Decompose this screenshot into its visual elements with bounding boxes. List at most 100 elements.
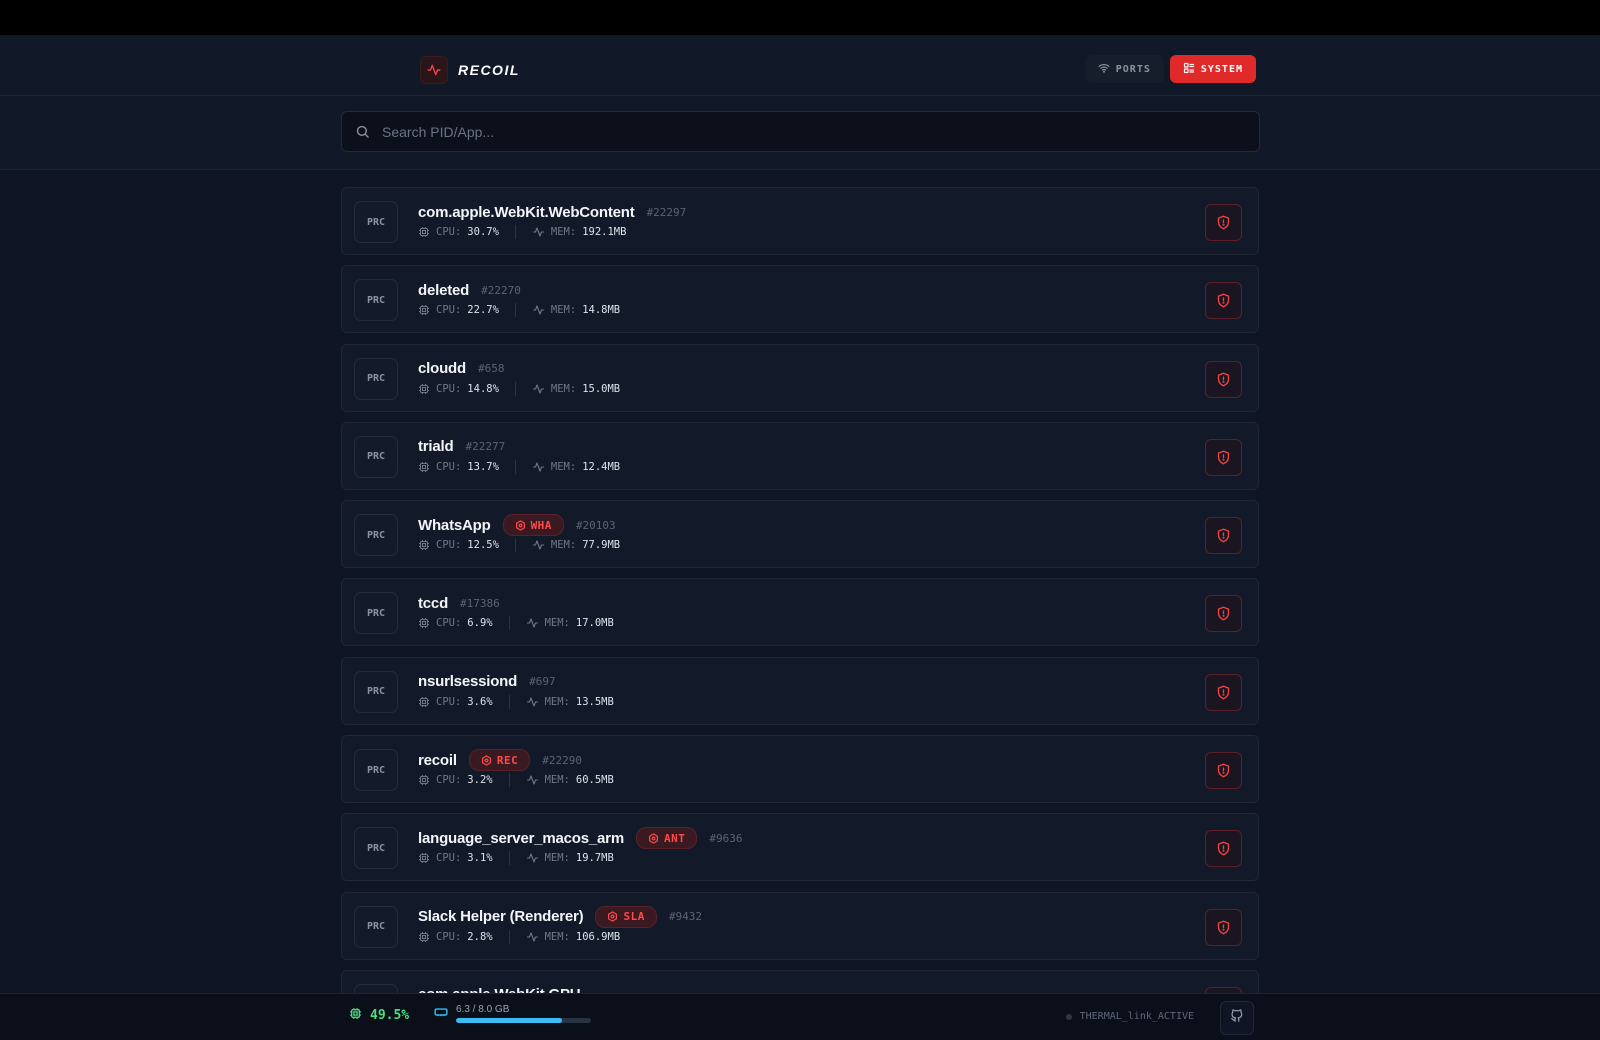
process-row[interactable]: PRC recoil REC #22290 CPU: 3.2% MEM: 60.5MB (341, 735, 1259, 804)
app-tag-badge: ANT (635, 827, 698, 850)
process-list: PRC com.apple.WebKit.WebContent #22297 CPU:… (341, 187, 1259, 993)
process-pid: #9432 (668, 910, 702, 924)
activity-icon (532, 539, 545, 551)
process-row[interactable]: PRC nsurlsessiond #697 CPU: 3.6% MEM: 13.5MB (341, 656, 1259, 725)
mem-stat: MEM: 12.4MB (532, 461, 620, 473)
cpu-value: 12.5% (467, 539, 499, 552)
shield-alert-icon (1216, 920, 1231, 935)
app-tag-label: WHA (530, 518, 552, 532)
process-row[interactable]: PRC cloudd #658 CPU: 14.8% MEM: 15.0MB (341, 343, 1259, 412)
search-box[interactable] (341, 111, 1260, 152)
mem-stat: MEM: 77.9MB (532, 539, 620, 551)
activity-icon (526, 852, 539, 864)
hexagon-icon (648, 833, 659, 844)
process-type-badge: PRC (354, 357, 398, 400)
process-info: tccd #17386 CPU: 6.9% MEM: 17.0MB (418, 593, 614, 631)
kill-process-button[interactable] (1205, 360, 1242, 398)
cpu-label: CPU: (436, 695, 462, 708)
process-pid: #22270 (481, 283, 521, 297)
process-stats: CPU: 14.8% MEM: 15.0MB (418, 381, 620, 396)
cpu-value: 6.9% (467, 617, 493, 630)
process-title-line: com.apple.WebKit.WebContent #22297 (418, 202, 686, 222)
process-pid: #9636 (709, 831, 743, 845)
process-name: WhatsApp (418, 516, 491, 534)
kill-process-button[interactable] (1205, 595, 1242, 633)
mem-value: 14.8MB (582, 304, 621, 317)
cpu-label: CPU: (436, 774, 462, 787)
process-row[interactable]: PRC com.apple.WebKit.GPU (341, 969, 1259, 993)
github-button[interactable] (1220, 1001, 1254, 1035)
ports-tab-label: PORTS (1115, 63, 1151, 75)
cpu-value: 13.7% (467, 460, 499, 473)
process-stats: CPU: 12.5% MEM: 77.9MB (418, 538, 620, 553)
process-title-line: deleted #22270 (418, 280, 620, 300)
chip-icon (418, 696, 430, 708)
search-icon (355, 124, 370, 139)
memory-text: 6.3 / 8.0 GB (456, 1003, 510, 1015)
cpu-stat: CPU: 3.2% (418, 774, 493, 786)
process-stats: CPU: 30.7% MEM: 192.1MB (418, 225, 686, 239)
process-type-badge: PRC (354, 279, 398, 322)
process-row[interactable]: PRC WhatsApp WHA #20103 CPU: 12.5% MEM: 77.9MB (341, 500, 1259, 569)
process-type-badge: PRC (354, 749, 398, 792)
app-tag-badge: REC (468, 749, 531, 772)
activity-icon (532, 383, 545, 395)
mem-value: 12.4MB (582, 460, 621, 473)
cpu-value: 3.1% (467, 852, 493, 865)
cpu-total: 49.5% (349, 1007, 409, 1024)
process-row[interactable]: PRC deleted #22270 CPU: 22.7% MEM: 14.8MB (341, 265, 1259, 334)
mem-stat: MEM: 15.0MB (532, 383, 620, 395)
memory-icon (434, 1005, 448, 1023)
process-pid: #697 (529, 675, 556, 689)
activity-icon (526, 931, 539, 943)
activity-icon (420, 56, 448, 84)
mem-value: 192.1MB (582, 226, 627, 238)
app-tag-label: REC (496, 753, 519, 767)
process-type-badge: PRC (354, 592, 398, 635)
search-input[interactable] (380, 122, 1244, 141)
stat-divider (508, 616, 510, 631)
brand[interactable]: RECOIL (420, 56, 520, 84)
app-tag-label: SLA (623, 910, 645, 924)
mem-label: MEM: (550, 460, 577, 473)
cpu-value: 30.7% (467, 226, 499, 238)
cpu-stat: CPU: 12.5% (418, 539, 499, 551)
process-pid: #22290 (542, 753, 582, 767)
activity-icon (526, 696, 539, 708)
process-row[interactable]: PRC language_server_macos_arm ANT #9636 CPU:… (341, 813, 1259, 882)
kill-process-button[interactable] (1205, 908, 1242, 946)
kill-process-button[interactable] (1205, 752, 1242, 790)
cpu-stat: CPU: 14.8% (418, 383, 499, 395)
process-title-line: WhatsApp WHA #20103 (418, 514, 620, 537)
mem-label: MEM: (544, 852, 570, 865)
process-pid: #17386 (460, 596, 500, 610)
cpu-stat: CPU: 3.6% (418, 696, 493, 708)
cpu-total-value: 49.5% (370, 1008, 410, 1023)
kill-process-button[interactable] (1205, 282, 1242, 320)
kill-process-button[interactable] (1205, 438, 1242, 476)
chip-icon (418, 539, 430, 551)
kill-process-button[interactable] (1205, 204, 1242, 241)
cpu-value: 14.8% (467, 382, 499, 395)
cpu-label: CPU: (436, 617, 462, 630)
ports-tab[interactable]: PORTS (1084, 55, 1164, 83)
process-row[interactable]: PRC triald #22277 CPU: 13.7% MEM: 12.4MB (341, 421, 1259, 490)
process-row[interactable]: PRC Slack Helper (Renderer) SLA #9432 CPU: 2.… (341, 891, 1259, 960)
process-stats: CPU: 6.9% MEM: 17.0MB (418, 616, 614, 631)
process-info: WhatsApp WHA #20103 CPU: 12.5% MEM: 77.9MB (418, 514, 620, 553)
stat-divider (508, 773, 510, 788)
cpu-stat: CPU: 6.9% (418, 617, 493, 629)
kill-process-button[interactable] (1205, 673, 1242, 711)
status-footer: 49.5% 6.3 / 8.0 GB THERMAL_link_ACTIVE (0, 993, 1600, 1040)
process-name: nsurlsessiond (418, 673, 518, 691)
process-info: triald #22277 CPU: 13.7% MEM: 12.4MB (418, 437, 620, 474)
window-top-bar (0, 0, 1600, 35)
kill-process-button[interactable] (1205, 830, 1242, 868)
kill-process-button[interactable] (1205, 517, 1242, 555)
process-row[interactable]: PRC tccd #17386 CPU: 6.9% MEM: 17.0MB (341, 578, 1259, 647)
process-row[interactable]: PRC com.apple.WebKit.WebContent #22297 CPU:… (341, 187, 1259, 255)
process-name: com.apple.WebKit.WebContent (418, 203, 635, 221)
process-type-badge: PRC (354, 201, 398, 243)
system-tab[interactable]: SYSTEM (1169, 55, 1256, 83)
process-title-line: com.apple.WebKit.GPU (418, 985, 581, 993)
